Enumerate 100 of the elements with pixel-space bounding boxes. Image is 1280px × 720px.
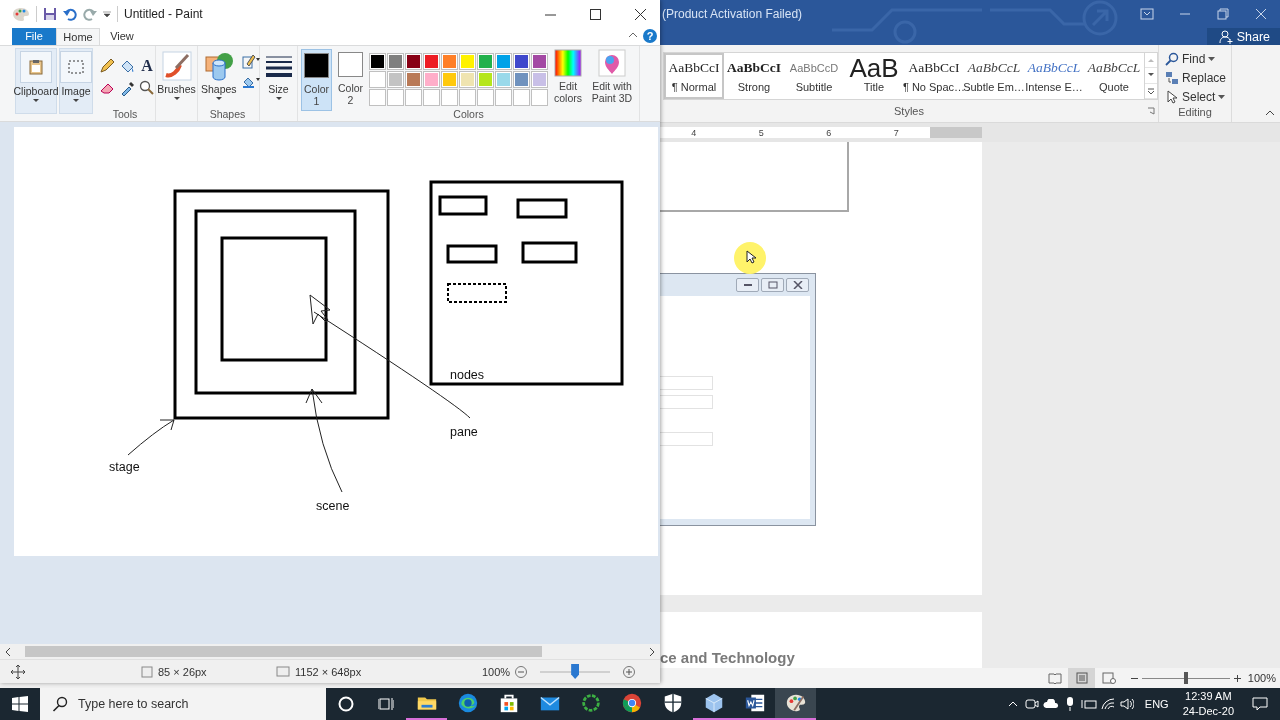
color-slot[interactable]: Color 2 bbox=[335, 48, 366, 111]
clipboard-icon bbox=[29, 58, 43, 75]
clock-time[interactable]: 12:39 AM bbox=[1185, 689, 1232, 704]
color-slot[interactable]: Color 1 bbox=[301, 48, 332, 111]
file-menu-button[interactable]: File bbox=[12, 28, 56, 45]
scrollbar-thumb[interactable] bbox=[25, 646, 542, 658]
ruler-number: 5 bbox=[758, 127, 764, 138]
canvas-size-icon bbox=[276, 665, 290, 678]
palette-swatch[interactable] bbox=[531, 70, 548, 88]
editing-button[interactable]: Replace bbox=[1165, 69, 1231, 86]
search-field[interactable]: Type here to search bbox=[40, 688, 326, 720]
wifi-icon[interactable] bbox=[1101, 698, 1116, 710]
ribbon-display-icon bbox=[1140, 8, 1154, 20]
share-button[interactable]: Share bbox=[1206, 28, 1280, 45]
clock-date[interactable]: 24-Dec-20 bbox=[1182, 704, 1234, 719]
notification-icon[interactable] bbox=[1252, 697, 1268, 711]
close-button[interactable] bbox=[786, 278, 809, 292]
caret-icon bbox=[33, 98, 39, 103]
edit-colors-button[interactable]: Edit colors bbox=[551, 48, 585, 104]
windows-logo-icon bbox=[12, 696, 28, 712]
palette-swatch[interactable] bbox=[459, 70, 476, 88]
palette-swatch[interactable] bbox=[441, 52, 458, 70]
mouse-pointer-icon bbox=[746, 250, 756, 264]
chrome-icon bbox=[620, 692, 643, 714]
palette-swatch[interactable] bbox=[405, 52, 422, 70]
style-option[interactable]: AaBbCcL Intense E… bbox=[1024, 53, 1084, 99]
save-icon[interactable] bbox=[43, 7, 57, 21]
cloud-icon[interactable] bbox=[1043, 699, 1060, 709]
canvas-label: nodes bbox=[450, 367, 485, 382]
dropdown-caret-icon[interactable] bbox=[103, 11, 111, 17]
outline-pen-icon bbox=[241, 52, 260, 69]
ribbon-tab[interactable]: View bbox=[100, 28, 144, 45]
paint-app-icon[interactable] bbox=[12, 6, 30, 22]
style-option[interactable]: AaBbCcI Strong bbox=[724, 53, 784, 99]
close-icon bbox=[635, 8, 646, 20]
magnifier-icon bbox=[139, 79, 155, 96]
palette-swatch[interactable] bbox=[387, 70, 404, 88]
style-option[interactable]: AaBbCcL Quote bbox=[1084, 53, 1144, 99]
style-option[interactable]: AaBbCcD Subtitle bbox=[784, 53, 844, 99]
style-option[interactable]: AaBbCcL Subtle Em… bbox=[964, 53, 1024, 99]
ruler-margin bbox=[930, 127, 982, 138]
collapse-ribbon-icon[interactable] bbox=[1265, 110, 1275, 116]
style-option[interactable]: AaBbCcI ¶ Normal bbox=[664, 53, 724, 99]
style-option[interactable]: AaBbCcI ¶ No Spac… bbox=[904, 53, 964, 99]
group-label: Shapes bbox=[208, 106, 247, 121]
palette-swatch[interactable] bbox=[495, 70, 512, 88]
palette-swatch[interactable] bbox=[387, 52, 404, 70]
zoom-slider-thumb[interactable] bbox=[571, 664, 580, 679]
editing-button[interactable]: Select bbox=[1165, 88, 1231, 105]
language-indicator[interactable]: ENG bbox=[1144, 698, 1169, 710]
zoom-in-button[interactable] bbox=[1233, 673, 1242, 683]
palette-swatch[interactable] bbox=[531, 52, 548, 70]
palette-swatch[interactable] bbox=[495, 52, 512, 70]
ribbon-button[interactable]: Clipboard bbox=[15, 47, 57, 114]
battery-icon[interactable] bbox=[1081, 698, 1098, 710]
palette-swatch[interactable] bbox=[423, 70, 440, 88]
move-icon bbox=[11, 664, 25, 679]
palette-swatch[interactable] bbox=[441, 70, 458, 88]
zoom-slider-thumb[interactable] bbox=[1184, 672, 1188, 684]
ruler-number: 4 bbox=[691, 127, 697, 138]
undo-icon[interactable] bbox=[63, 7, 77, 21]
palette-swatch[interactable] bbox=[513, 70, 530, 88]
text-tool[interactable]: A bbox=[138, 56, 156, 75]
palette-swatch[interactable] bbox=[405, 70, 422, 88]
palette-swatch[interactable] bbox=[369, 52, 386, 70]
dialog-launcher-icon[interactable] bbox=[1147, 107, 1155, 115]
minimize-icon bbox=[742, 283, 753, 287]
book-icon bbox=[1047, 672, 1062, 684]
palette-swatch[interactable] bbox=[477, 52, 494, 70]
up-arrow-icon bbox=[1148, 58, 1154, 63]
speaker-icon[interactable] bbox=[1120, 698, 1135, 710]
palette-swatch[interactable] bbox=[477, 70, 494, 88]
collapse-ribbon-icon[interactable] bbox=[628, 32, 638, 38]
close-icon bbox=[792, 281, 803, 289]
editing-button[interactable]: Find bbox=[1165, 50, 1231, 67]
ribbon-button[interactable]: Image bbox=[59, 47, 93, 114]
pointer-icon bbox=[1165, 89, 1179, 104]
pencil-tool[interactable] bbox=[98, 56, 116, 75]
style-option[interactable]: AaB Title bbox=[844, 53, 904, 99]
magnifier-tool[interactable] bbox=[138, 78, 156, 97]
palette-swatch[interactable] bbox=[513, 52, 530, 70]
palette-swatch[interactable] bbox=[459, 52, 476, 70]
maximize-icon bbox=[767, 281, 778, 289]
maximize-icon bbox=[590, 8, 601, 20]
shape-outline-button[interactable] bbox=[241, 52, 260, 69]
camera-icon[interactable] bbox=[1025, 697, 1040, 711]
brushes-button[interactable]: Brushes bbox=[157, 48, 196, 115]
ribbon-tab[interactable]: Home bbox=[56, 28, 100, 45]
microphone-icon[interactable] bbox=[1066, 697, 1075, 711]
chevron-up-icon[interactable] bbox=[1008, 701, 1019, 707]
redo-icon[interactable] bbox=[83, 7, 97, 21]
palette-swatch[interactable] bbox=[369, 70, 386, 88]
drawing-canvas[interactable]: nodes pane stage scene bbox=[14, 126, 658, 556]
minimize-button[interactable] bbox=[736, 278, 759, 292]
edit-with-paint-3d-button[interactable]: Edit with Paint 3D bbox=[588, 48, 636, 104]
size-button[interactable]: Size bbox=[261, 48, 296, 115]
help-icon[interactable]: ? bbox=[643, 29, 657, 43]
canvas-size: 1152 × 648px bbox=[295, 665, 362, 678]
palette-swatch[interactable] bbox=[423, 52, 440, 70]
taskbar-app-button[interactable] bbox=[775, 688, 816, 720]
